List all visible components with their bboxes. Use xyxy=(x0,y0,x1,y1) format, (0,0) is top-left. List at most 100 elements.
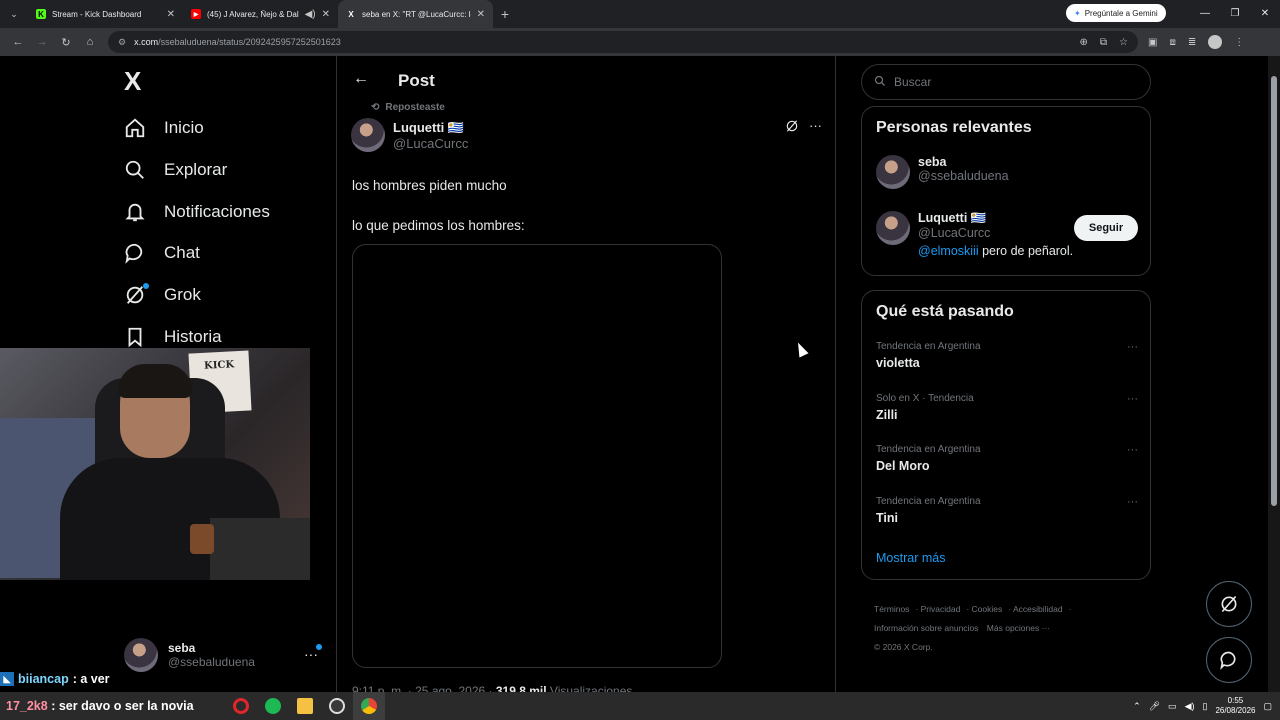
scrollbar-thumb[interactable] xyxy=(1271,76,1277,506)
nav-item-inicio[interactable]: Inicio xyxy=(124,113,204,143)
spotify-icon[interactable] xyxy=(257,692,289,720)
trend-item[interactable]: Tendencia en Argentina Tini ··· xyxy=(876,496,1138,525)
speaker-icon[interactable]: ◀) xyxy=(305,9,316,20)
chat-username: biiancap xyxy=(18,672,69,686)
more-icon[interactable]: ··· xyxy=(809,118,822,133)
nav-label: Inicio xyxy=(164,118,204,137)
footer-link[interactable]: Cookies xyxy=(972,604,1003,614)
back-icon[interactable]: ← xyxy=(6,36,30,48)
person-handle[interactable]: @LucaCurcc xyxy=(918,226,1073,240)
avatar[interactable] xyxy=(876,211,910,245)
home-icon[interactable]: ⌂ xyxy=(78,36,102,48)
post-media[interactable] xyxy=(352,244,722,668)
forward-icon[interactable]: → xyxy=(30,36,54,48)
footer-link[interactable]: Información sobre anuncios xyxy=(874,623,978,633)
trend-item[interactable]: Tendencia en Argentina violetta ··· xyxy=(876,341,1138,370)
network-icon[interactable]: ▭ xyxy=(1168,701,1177,712)
back-arrow-icon[interactable]: ← xyxy=(353,70,369,88)
page-scrollbar[interactable] xyxy=(1268,56,1280,692)
avatar[interactable] xyxy=(351,118,385,152)
trend-context: Tendencia en Argentina xyxy=(876,496,981,507)
grok-float-button[interactable] xyxy=(1206,581,1252,627)
profile-avatar[interactable] xyxy=(1208,35,1223,49)
battery-icon[interactable]: ▯ xyxy=(1202,701,1207,712)
tab-title: (45) J Alvarez, Ñejo & Dalm xyxy=(207,9,299,19)
more-icon[interactable]: ··· xyxy=(1127,444,1138,456)
bio-mention-link[interactable]: @elmoskiii xyxy=(918,244,979,258)
author-name[interactable]: Luquetti 🇺🇾 xyxy=(393,120,468,136)
more-icon[interactable]: ··· xyxy=(1127,341,1138,353)
tab-search-icon[interactable]: ⌄ xyxy=(0,9,28,20)
clock-time: 0:55 xyxy=(1227,696,1244,705)
star-icon[interactable]: ☆ xyxy=(1119,37,1128,48)
reload-icon[interactable]: ↻ xyxy=(54,36,78,49)
gemini-button[interactable]: ✦ Pregúntale a Gemini xyxy=(1066,4,1166,22)
trend-item[interactable]: Solo en X · Tendencia Zilli ··· xyxy=(876,393,1138,422)
close-tab-icon[interactable]: ✕ xyxy=(477,9,485,20)
notification-dot xyxy=(143,283,149,289)
avatar[interactable] xyxy=(876,155,910,189)
browser-tab-strip: ⌄ K Stream - Kick Dashboard ✕ ▶ (45) J A… xyxy=(0,0,1280,28)
account-name: seba xyxy=(168,641,196,655)
footer-link[interactable]: Términos xyxy=(874,604,909,614)
post-text-line: los hombres piden mucho xyxy=(352,178,507,193)
person-name[interactable]: seba xyxy=(918,155,1009,169)
extensions-icon[interactable]: ⧈ xyxy=(1169,37,1175,48)
nav-item-chat[interactable]: Chat xyxy=(124,238,200,268)
microphone-icon[interactable]: 🎤︎ xyxy=(1149,701,1160,712)
volume-icon[interactable]: ◀) xyxy=(1185,701,1195,712)
search-input[interactable]: Buscar xyxy=(861,64,1151,100)
relevant-person[interactable]: seba @ssebaluduena xyxy=(876,155,1009,189)
tab-search-icon[interactable]: ▣ xyxy=(1148,37,1157,48)
close-window-icon[interactable]: ✕ xyxy=(1250,0,1280,28)
new-tab-button[interactable]: + xyxy=(493,6,517,22)
chat-float-button[interactable] xyxy=(1206,637,1252,683)
notifications-icon[interactable]: ▢ xyxy=(1263,701,1272,712)
nav-item-notificaciones[interactable]: Notificaciones xyxy=(124,197,270,227)
nav-label: Explorar xyxy=(164,160,228,179)
follow-button[interactable]: Seguir xyxy=(1074,215,1138,241)
more-icon[interactable]: ··· xyxy=(1127,496,1138,508)
window-controls: — ❐ ✕ xyxy=(1190,0,1280,28)
account-switcher[interactable]: seba @ssebaluduena ··· xyxy=(124,638,322,672)
system-clock[interactable]: 0:55 26/08/2026 xyxy=(1215,696,1255,716)
account-handle: @ssebaluduena xyxy=(168,655,255,669)
close-tab-icon[interactable]: ✕ xyxy=(167,9,175,20)
x-logo[interactable]: X xyxy=(124,66,141,97)
more-icon[interactable]: ··· xyxy=(1127,393,1138,405)
close-tab-icon[interactable]: ✕ xyxy=(322,9,330,20)
nav-item-explorar[interactable]: Explorar xyxy=(124,155,227,185)
post-author[interactable]: Luquetti 🇺🇾 @LucaCurcc xyxy=(351,118,468,152)
browser-tab-youtube[interactable]: ▶ (45) J Alvarez, Ñejo & Dalm ◀) ✕ xyxy=(183,0,338,28)
footer-more-options[interactable]: Más opciones ··· xyxy=(987,623,1050,633)
address-bar[interactable]: ⚙ x.com/ssebaluduena/status/209242595725… xyxy=(108,31,1138,53)
chevron-up-icon[interactable]: ⌃ xyxy=(1133,701,1141,712)
grok-icon xyxy=(1221,595,1237,613)
grok-icon[interactable] xyxy=(785,119,799,136)
media-icon[interactable]: ≣ xyxy=(1188,37,1196,48)
zoom-icon[interactable]: ⊕ xyxy=(1080,37,1088,48)
minimize-icon[interactable]: — xyxy=(1190,0,1220,28)
footer-link[interactable]: Accesibilidad xyxy=(1013,604,1063,614)
footer-link[interactable]: Privacidad xyxy=(921,604,961,614)
maximize-icon[interactable]: ❐ xyxy=(1220,0,1250,28)
browser-tab-x[interactable]: X seba en X: "RT @LucaCurcc: lo ✕ xyxy=(338,0,493,28)
opera-icon[interactable] xyxy=(225,692,257,720)
person-name[interactable]: Luquetti 🇺🇾 xyxy=(918,211,1073,226)
obs-icon[interactable] xyxy=(321,692,353,720)
browser-tab-kick[interactable]: K Stream - Kick Dashboard ✕ xyxy=(28,0,183,28)
show-more-link[interactable]: Mostrar más xyxy=(876,551,945,565)
chrome-menu-icon[interactable]: ⋮ xyxy=(1234,37,1244,48)
windows-taskbar: 17_2k8 : ser davo o ser la novia ⌃ 🎤︎ ▭ … xyxy=(0,692,1280,720)
search-icon xyxy=(874,75,886,90)
person-handle[interactable]: @ssebaluduena xyxy=(918,169,1009,183)
relevant-person[interactable]: Luquetti 🇺🇾 @LucaCurcc @elmoskiii pero d… xyxy=(876,211,1073,258)
trend-item[interactable]: Tendencia en Argentina Del Moro ··· xyxy=(876,444,1138,473)
author-handle[interactable]: @LucaCurcc xyxy=(393,136,468,151)
nav-item-grok[interactable]: Grok xyxy=(124,280,201,310)
file-explorer-icon[interactable] xyxy=(289,692,321,720)
search-placeholder: Buscar xyxy=(894,75,932,89)
install-icon[interactable]: ⧉ xyxy=(1100,37,1107,48)
site-info-icon[interactable]: ⚙ xyxy=(118,37,126,48)
chrome-icon[interactable] xyxy=(353,692,385,720)
